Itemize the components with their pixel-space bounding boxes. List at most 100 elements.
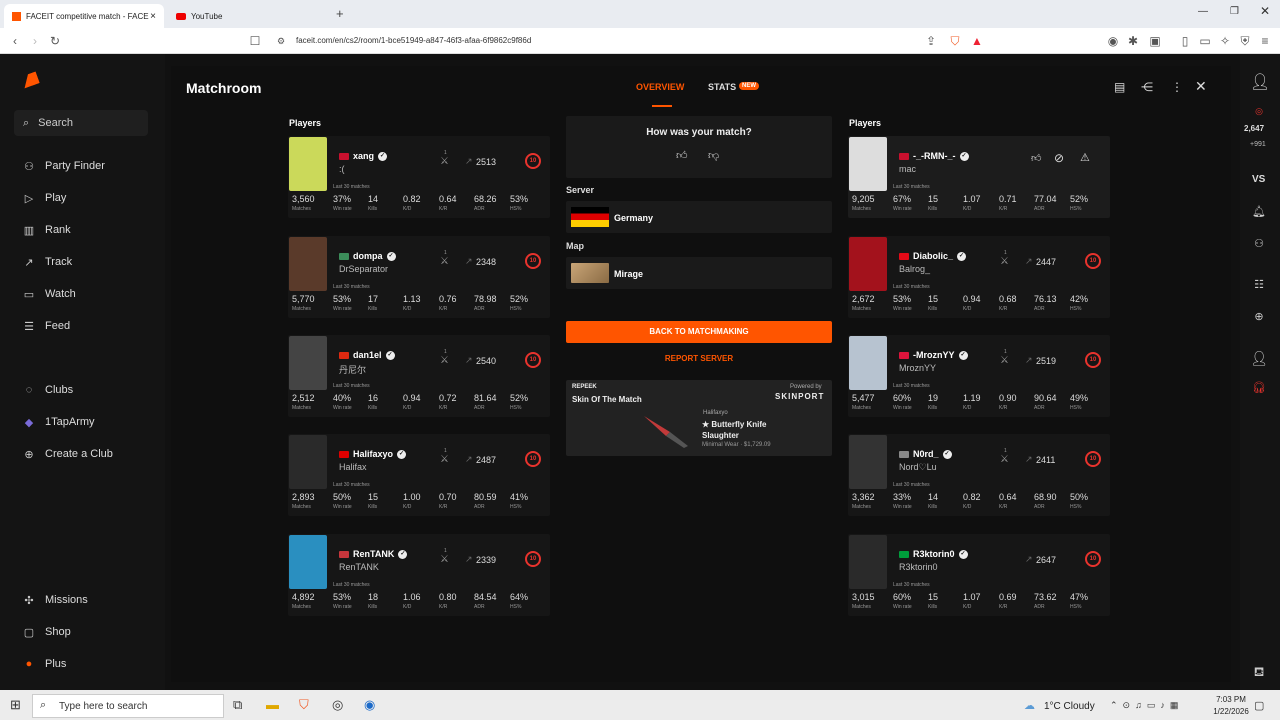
player-avatar[interactable] bbox=[289, 435, 327, 489]
friend-avatar[interactable]: 👤︎ bbox=[1250, 350, 1268, 367]
share-icon[interactable]: ⋲ bbox=[1141, 80, 1153, 94]
player-card[interactable]: Diabolic_ ✓ Balrog_ 1 ⚔ ↗ 2447 10 Last 30 matche… bbox=[848, 236, 1110, 318]
sidebar-item-track[interactable]: ↗ Track bbox=[22, 254, 72, 270]
player-avatar[interactable] bbox=[289, 137, 327, 191]
thumbs-down-icon[interactable]: 👎︎ bbox=[708, 149, 719, 162]
player-name[interactable]: dompa ✓ bbox=[339, 251, 396, 261]
player-name[interactable]: -MroznYY ✓ bbox=[899, 350, 968, 360]
tab-stats[interactable]: STATS bbox=[708, 82, 736, 92]
taskbar-search-input[interactable]: Type here to search bbox=[32, 694, 224, 718]
player-name[interactable]: RenTANK ✓ bbox=[339, 549, 408, 559]
bookmark-icon[interactable]: ☐ bbox=[248, 34, 262, 48]
close-window-icon[interactable]: ✕ bbox=[1260, 4, 1270, 18]
friends-icon[interactable]: ⚇ bbox=[1250, 237, 1268, 250]
steam-icon[interactable]: ◉ bbox=[364, 697, 375, 713]
player-avatar[interactable] bbox=[849, 336, 887, 390]
player-avatar[interactable] bbox=[289, 336, 327, 390]
faceit-logo-icon[interactable] bbox=[20, 71, 40, 89]
player-avatar[interactable] bbox=[289, 535, 327, 589]
party-icon[interactable]: ☷ bbox=[1250, 278, 1268, 291]
tab-faceit[interactable]: FACEIT competitive match - FACE × bbox=[4, 4, 164, 28]
sidebar-item-feed[interactable]: ☰ Feed bbox=[22, 318, 70, 334]
report-server-link[interactable]: REPORT SERVER bbox=[566, 354, 832, 363]
vpn-icon[interactable]: ⛨ bbox=[1238, 34, 1252, 48]
back-icon[interactable]: ‹ bbox=[8, 34, 22, 48]
skin-of-the-match-card[interactable]: REPEEK Skin Of The Match Powered by SKIN… bbox=[566, 380, 832, 456]
clock-date[interactable]: 1/22/2026 bbox=[1204, 707, 1258, 716]
search-input[interactable]: ⌕ Search bbox=[14, 110, 148, 136]
file-explorer-icon[interactable]: ▬ bbox=[266, 697, 279, 712]
tab-overview[interactable]: OVERVIEW bbox=[636, 82, 684, 92]
player-avatar[interactable] bbox=[849, 137, 887, 191]
sidebar-item-missions[interactable]: ✣ Missions bbox=[22, 592, 87, 608]
back-to-matchmaking-button[interactable]: BACK TO MATCHMAKING bbox=[566, 321, 832, 343]
vs-button[interactable]: VS bbox=[1252, 174, 1265, 185]
player-card[interactable]: -_-RMN-_- ✓ mac 👍︎ ⊘ ⚠ Last 30 matches 9,205 Mat… bbox=[848, 136, 1110, 218]
player-card[interactable]: RenTANK ✓ RenTANK 1 ⚔ ↗ 2339 10 Last 30 matches 4… bbox=[288, 534, 550, 616]
sidebar-item-rank[interactable]: ▥ Rank bbox=[22, 222, 71, 238]
player-avatar[interactable] bbox=[849, 237, 887, 291]
extensions-icon[interactable]: ✱ bbox=[1126, 34, 1140, 48]
brave-rewards-icon[interactable]: ▲ bbox=[970, 34, 984, 48]
reload-icon[interactable]: ↻ bbox=[48, 34, 62, 48]
sidebar-item-play[interactable]: ▷ Play bbox=[22, 190, 67, 206]
user-avatar[interactable]: 👤︎ bbox=[1250, 72, 1270, 92]
new-tab-button[interactable]: + bbox=[336, 6, 344, 21]
brave-browser-icon[interactable]: ⛉ bbox=[299, 697, 309, 713]
sidebar-item-1taparmy[interactable]: ◆ 1TapArmy bbox=[22, 414, 95, 430]
task-view-icon[interactable]: ⧉ bbox=[233, 697, 242, 713]
wallet-icon[interactable]: ▭ bbox=[1198, 34, 1212, 48]
notifications-icon[interactable]: 🔔︎ bbox=[1250, 205, 1268, 218]
player-name[interactable]: dan1el ✓ bbox=[339, 350, 395, 360]
system-tray-icons[interactable]: ⌃⊙♫▭♪▦ bbox=[1110, 700, 1183, 711]
report-icon[interactable]: ⚠ bbox=[1080, 151, 1090, 164]
player-name[interactable]: N0rd_ ✓ bbox=[899, 449, 952, 459]
player-card[interactable]: Halifaxyo ✓ Halifax 1 ⚔ ↗ 2487 10 Last 30 matche… bbox=[288, 434, 550, 516]
player-card[interactable]: R3ktorin0 ✓ R3ktorin0 ↗ 2647 10 Last 30 matche… bbox=[848, 534, 1110, 616]
like-icon[interactable]: 👍︎ bbox=[1031, 152, 1041, 164]
player-name[interactable]: Halifaxyo ✓ bbox=[339, 449, 407, 459]
player-name[interactable]: xang ✓ bbox=[339, 151, 388, 161]
url-input[interactable]: faceit.com/en/cs2/room/1-bce51949-a847-4… bbox=[296, 36, 531, 45]
menu-icon[interactable]: ≡ bbox=[1258, 34, 1272, 48]
maximize-icon[interactable]: ❐ bbox=[1230, 6, 1239, 17]
player-card[interactable]: -MroznYY ✓ MroznYY 1 ⚔ ↗ 2519 10 Last 30 matches… bbox=[848, 335, 1110, 417]
wallet-icon[interactable]: ▣ bbox=[1148, 34, 1162, 48]
chat-icon[interactable]: ▤ bbox=[1114, 80, 1125, 94]
forward-icon[interactable]: › bbox=[28, 34, 42, 48]
sidebar-item-create-club[interactable]: ⊕ Create a Club bbox=[22, 446, 112, 462]
brave-shields-icon[interactable]: ⛉ bbox=[948, 34, 962, 48]
add-icon[interactable]: ⊕ bbox=[1250, 310, 1268, 323]
block-icon[interactable]: ⊘ bbox=[1054, 151, 1064, 165]
minimize-icon[interactable]: — bbox=[1198, 6, 1208, 17]
app-icon[interactable]: ◎ bbox=[332, 697, 343, 713]
weather-text[interactable]: 1°C Cloudy bbox=[1044, 701, 1095, 712]
player-card[interactable]: xang ✓:(1 ⚔ ↗ 2513 10 Last 30 matches 3,560 Matc… bbox=[288, 136, 550, 218]
close-tab-icon[interactable]: × bbox=[150, 11, 156, 22]
player-name[interactable]: R3ktorin0 ✓ bbox=[899, 549, 968, 559]
chat-toggle-icon[interactable]: ⛾ bbox=[1250, 664, 1268, 682]
player-avatar[interactable] bbox=[289, 237, 327, 291]
clock-time[interactable]: 7:03 PM bbox=[1209, 695, 1253, 704]
sidebar-item-plus[interactable]: ● Plus bbox=[22, 656, 67, 672]
player-avatar[interactable] bbox=[849, 535, 887, 589]
sidebar-toggle-icon[interactable]: ▯ bbox=[1178, 34, 1192, 48]
support-icon[interactable]: 🎧︎ bbox=[1250, 381, 1268, 394]
sidebar-item-party-finder[interactable]: ⚇ Party Finder bbox=[22, 158, 105, 174]
close-icon[interactable]: ✕ bbox=[1195, 78, 1207, 95]
player-card[interactable]: dompa ✓ DrSeparator 1 ⚔ ↗ 2348 10 Last 30 matche… bbox=[288, 236, 550, 318]
notifications-center-icon[interactable]: ▢ bbox=[1254, 699, 1264, 712]
extension-icon[interactable]: ◉ bbox=[1106, 34, 1120, 48]
player-avatar[interactable] bbox=[849, 435, 887, 489]
share-icon[interactable]: ⇪ bbox=[924, 34, 938, 48]
sidebar-item-clubs[interactable]: ◌ Clubs bbox=[22, 382, 73, 398]
player-name[interactable]: -_-RMN-_- ✓ bbox=[899, 151, 969, 161]
more-options-icon[interactable]: ⋮ bbox=[1171, 80, 1183, 94]
sidebar-item-watch[interactable]: ▭ Watch bbox=[22, 286, 76, 302]
player-card[interactable]: N0rd_ ✓ Nord♡Lu 1 ⚔ ↗ 2411 10 Last 30 matches 3,3… bbox=[848, 434, 1110, 516]
site-info-icon[interactable]: ⚙ bbox=[274, 34, 288, 48]
leo-icon[interactable]: ✧ bbox=[1218, 34, 1232, 48]
tab-youtube[interactable]: YouTube bbox=[168, 4, 328, 28]
sidebar-item-shop[interactable]: ▢ Shop bbox=[22, 624, 71, 640]
windows-start-icon[interactable]: ⊞ bbox=[10, 697, 21, 713]
